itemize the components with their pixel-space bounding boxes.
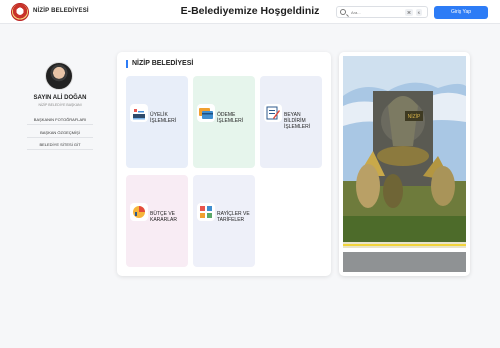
- search-icon: [340, 9, 346, 15]
- brand-name[interactable]: NİZİP BELEDİYESİ: [33, 8, 89, 14]
- payment-card-icon: [197, 104, 215, 122]
- tile-payment[interactable]: ÖDEME İŞLEMLERİ: [193, 76, 255, 168]
- avatar: [45, 62, 73, 90]
- tile-label: ÖDEME İŞLEMLERİ: [217, 112, 244, 124]
- tile-tariffs[interactable]: RAYİÇLER VE TARİFELER: [193, 175, 255, 267]
- tile-label: BEYAN BİLDİRİM İŞLEMLERİ: [284, 112, 311, 130]
- photos-link[interactable]: BAŞKANIN FOTOĞRAFLARI: [27, 114, 93, 125]
- top-header: NİZİP BELEDİYESİ E-Belediyemize Hoşgeldi…: [0, 0, 500, 24]
- city-monument-photo: NİZİP: [339, 52, 470, 276]
- membership-icon: [130, 104, 148, 122]
- search-box[interactable]: ⌘ K: [336, 6, 428, 18]
- services-title: NİZİP BELEDİYESİ: [126, 60, 193, 68]
- tile-membership[interactable]: ÜYELİK İŞLEMLERİ: [126, 76, 188, 168]
- search-input[interactable]: [351, 8, 395, 17]
- page-title: E-Belediyemize Hoşgeldiniz: [180, 5, 320, 17]
- budget-chart-icon: [130, 203, 148, 221]
- k-key-badge: K: [416, 9, 422, 16]
- login-button[interactable]: Giriş Yap: [434, 6, 488, 19]
- tile-label: ÜYELİK İŞLEMLERİ: [150, 112, 177, 124]
- mayor-role: NİZİP BELEDİYE BAŞKANI: [38, 103, 82, 107]
- tile-label: RAYİÇLER VE TARİFELER: [217, 211, 250, 223]
- declaration-form-icon: [264, 104, 282, 122]
- command-key-badge: ⌘: [405, 9, 413, 16]
- municipality-logo-icon[interactable]: [11, 3, 29, 21]
- profile-links: BAŞKANIN FOTOĞRAFLARI BAŞKAN ÖZGEÇMİŞİ B…: [27, 114, 93, 152]
- mayor-name: SAYIN ALİ DOĞAN: [33, 95, 87, 101]
- website-link[interactable]: BELEDİYE SİTESİ GİT: [27, 139, 93, 150]
- biography-link[interactable]: BAŞKAN ÖZGEÇMİŞİ: [27, 127, 93, 138]
- monument-plaque: NİZİP: [408, 113, 421, 120]
- tile-declaration[interactable]: BEYAN BİLDİRİM İŞLEMLERİ: [260, 76, 322, 168]
- tile-label: BÜTÇE VE KARARLAR: [150, 211, 177, 223]
- tile-budget[interactable]: BÜTÇE VE KARARLAR: [126, 175, 188, 267]
- services-card: NİZİP BELEDİYESİ ÜYELİK İŞLEMLERİ ÖDEME …: [117, 52, 331, 276]
- tariff-icon: [197, 203, 215, 221]
